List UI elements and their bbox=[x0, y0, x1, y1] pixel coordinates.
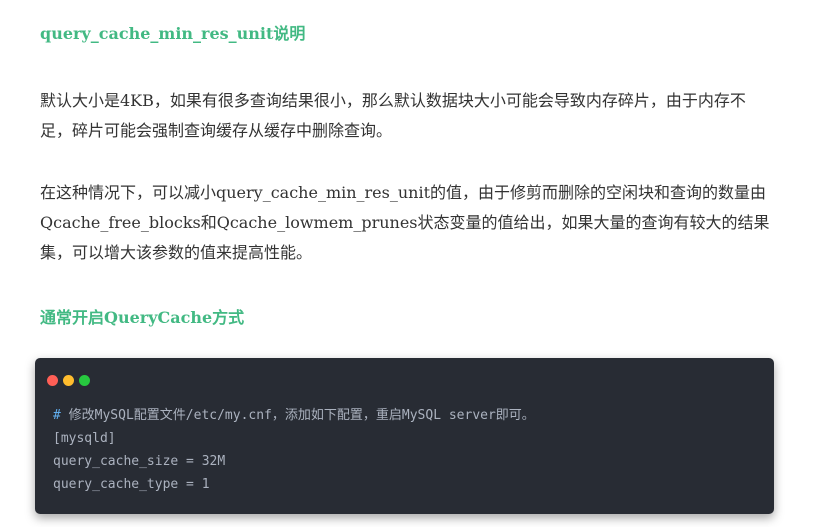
maximize-dot-icon bbox=[79, 375, 90, 386]
code-comment-line: # 修改MySQL配置文件/etc/my.cnf，添加如下配置，重启MySQL … bbox=[53, 404, 535, 427]
minimize-dot-icon bbox=[63, 375, 74, 386]
section-heading-query-cache-min-res-unit: query_cache_min_res_unit说明 bbox=[40, 24, 306, 43]
window-controls bbox=[47, 371, 95, 386]
paragraph-default-size: 默认大小是4KB，如果有很多查询结果很小，那么默认数据块大小可能会导致内存碎片，… bbox=[40, 91, 746, 140]
code-block: # 修改MySQL配置文件/etc/my.cnf，添加如下配置，重启MySQL … bbox=[35, 358, 774, 514]
code-content: # 修改MySQL配置文件/etc/my.cnf，添加如下配置，重启MySQL … bbox=[53, 404, 535, 496]
code-line-cache-size: query_cache_size = 32M bbox=[53, 454, 226, 469]
paragraph-reduce-value: 在这种情况下，可以减小query_cache_min_res_unit的值，由于… bbox=[40, 183, 770, 262]
code-line-section: [mysqld] bbox=[53, 431, 116, 446]
comment-hash: # bbox=[53, 408, 61, 423]
close-dot-icon bbox=[47, 375, 58, 386]
comment-text: 修改MySQL配置文件/etc/my.cnf，添加如下配置，重启MySQL se… bbox=[60, 408, 535, 423]
code-line-cache-type: query_cache_type = 1 bbox=[53, 477, 210, 492]
section-heading-enable-query-cache: 通常开启QueryCache方式 bbox=[40, 308, 245, 327]
